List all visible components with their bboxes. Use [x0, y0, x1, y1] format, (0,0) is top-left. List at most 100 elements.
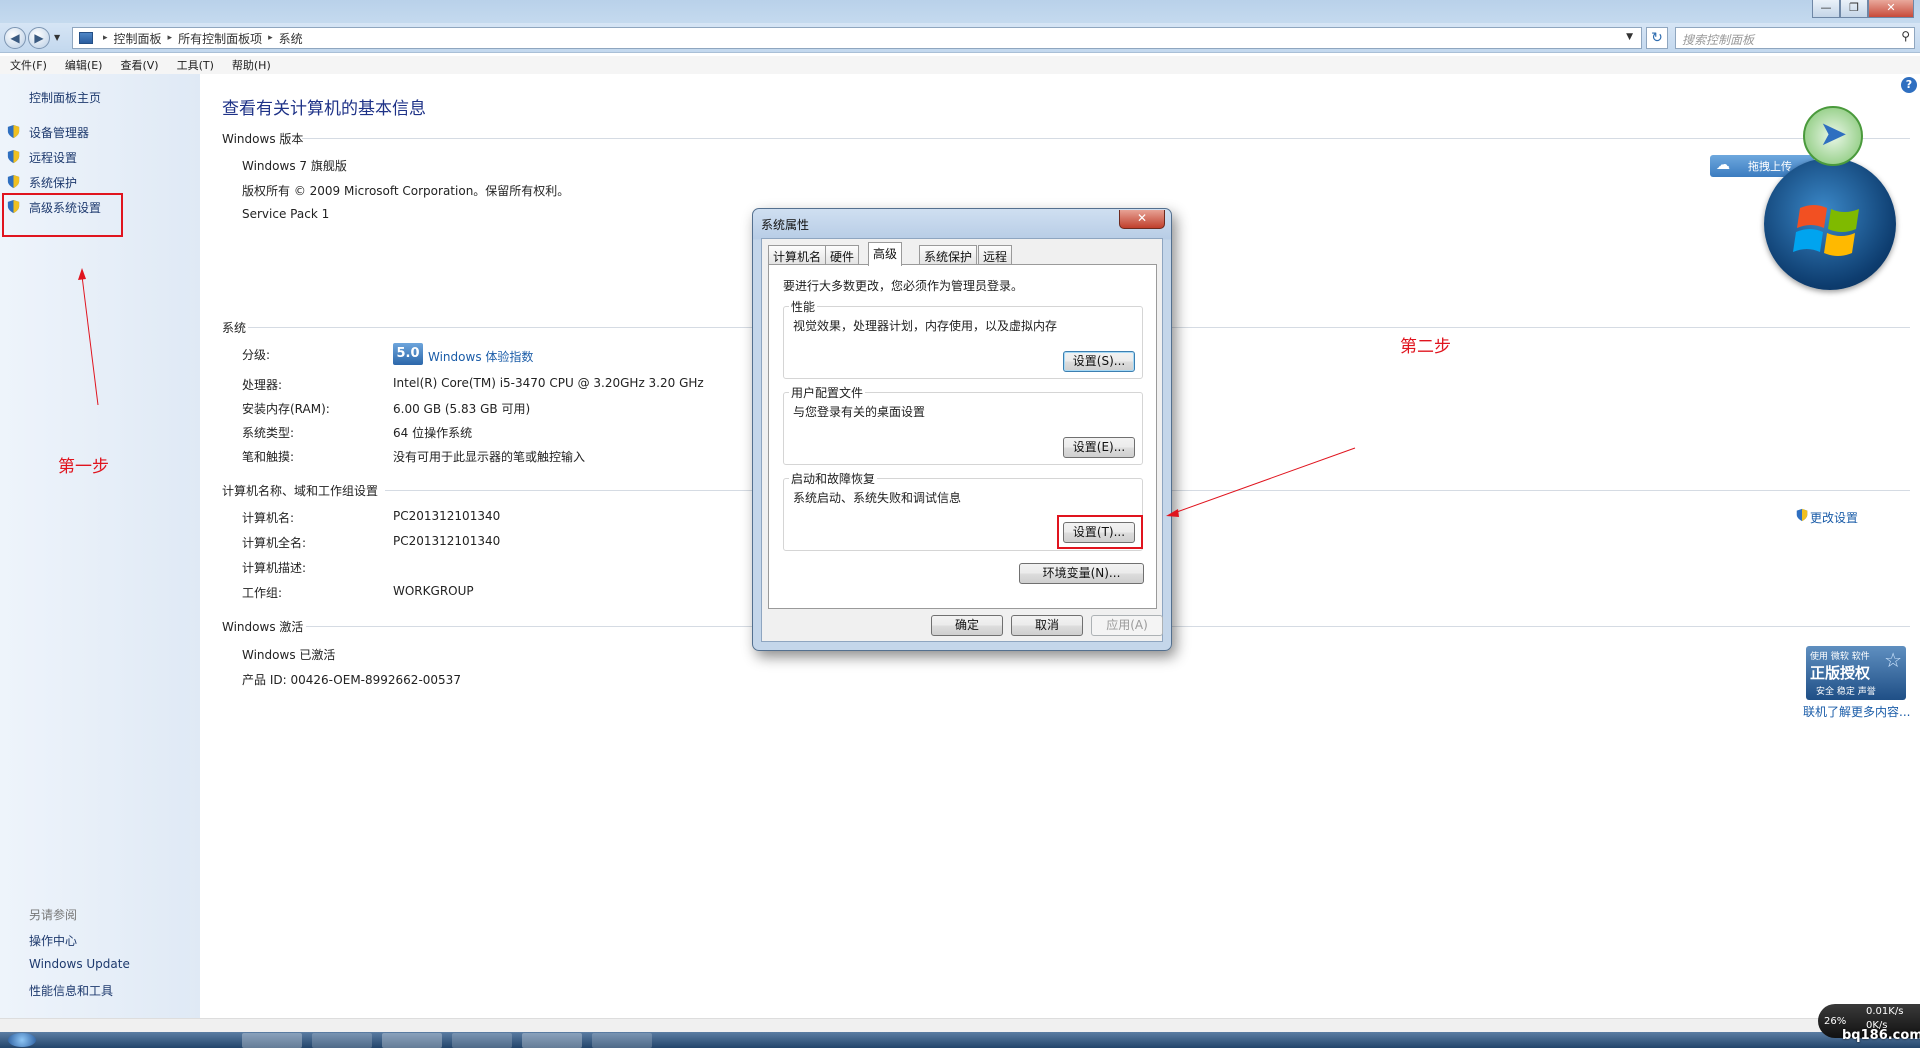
change-settings-link[interactable]: 更改设置	[1810, 509, 1858, 526]
startup-recovery-description: 系统启动、系统失败和调试信息	[793, 491, 962, 505]
forward-button[interactable]: ▶	[28, 27, 50, 49]
tab-computer-name[interactable]: 计算机名	[768, 245, 827, 265]
ok-button[interactable]: 确定	[931, 615, 1003, 636]
navigation-bar: ◀ ▶ ▼ ▸ 控制面板 ▸ 所有控制面板项 ▸ 系统 ▼ ↻ 搜索控制面板 ⚲	[0, 23, 1920, 53]
performance-group-title: 性能	[789, 298, 818, 315]
edition-section-title: Windows 版本	[222, 132, 304, 146]
back-arrow-icon: ◀	[10, 31, 20, 45]
workgroup-label: 工作组:	[242, 586, 283, 600]
step2-label: 第二步	[1400, 337, 1451, 357]
start-button[interactable]	[8, 1033, 36, 1047]
pen-touch-value: 没有可用于此显示器的笔或触控输入	[393, 450, 586, 464]
step1-highlight-box	[2, 193, 123, 237]
minimize-button[interactable]: —	[1812, 0, 1840, 18]
description-label: 计算机描述:	[242, 561, 307, 575]
step2-highlight-box	[1057, 515, 1143, 549]
dialog-body: 计算机名 硬件 高级 系统保护 远程 要进行大多数更改，您必须作为管理员登录。 …	[761, 238, 1163, 642]
user-profiles-settings-button[interactable]: 设置(E)...	[1063, 437, 1135, 458]
bird-logo-icon: ➤	[1803, 106, 1863, 166]
taskbar-item[interactable]	[312, 1033, 372, 1048]
performance-settings-button[interactable]: 设置(S)...	[1063, 351, 1135, 372]
see-also-performance-tools[interactable]: 性能信息和工具	[29, 982, 113, 999]
genuine-learn-more-link[interactable]: 联机了解更多内容...	[1803, 703, 1910, 720]
breadcrumb-all-items[interactable]: 所有控制面板项	[178, 30, 262, 47]
genuine-badge-main: 正版授权	[1810, 664, 1871, 682]
tab-system-protection[interactable]: 系统保护	[919, 245, 978, 265]
refresh-icon: ↻	[1651, 30, 1663, 46]
experience-index-badge: 5.0	[393, 343, 423, 365]
control-panel-home-link[interactable]: 控制面板主页	[29, 89, 101, 106]
address-bar[interactable]: ▸ 控制面板 ▸ 所有控制面板项 ▸ 系统 ▼	[72, 27, 1642, 49]
breadcrumb-arrow-icon: ▸	[167, 33, 173, 43]
service-pack: Service Pack 1	[242, 207, 330, 221]
help-icon[interactable]: ?	[1901, 77, 1917, 93]
menu-view[interactable]: 查看(V)	[110, 56, 158, 74]
star-icon: ☆	[1884, 648, 1902, 672]
system-section-title: 系统	[222, 321, 247, 335]
menu-file[interactable]: 文件(F)	[0, 56, 47, 74]
sidebar-item-system-protection[interactable]: 系统保护	[29, 174, 77, 191]
tab-hardware[interactable]: 硬件	[825, 245, 860, 265]
tab-advanced[interactable]: 高级	[868, 242, 903, 266]
genuine-badge-top: 使用 微软 软件	[1810, 652, 1870, 662]
see-also-action-center[interactable]: 操作中心	[29, 932, 77, 949]
shield-icon	[7, 124, 20, 139]
advanced-tab-page: 要进行大多数更改，您必须作为管理员登录。 性能 视觉效果，处理器计划，内存使用，…	[768, 264, 1157, 609]
breadcrumb-control-panel[interactable]: 控制面板	[114, 30, 162, 47]
system-type-value: 64 位操作系统	[393, 426, 473, 440]
menu-help[interactable]: 帮助(H)	[222, 56, 271, 74]
search-input[interactable]: 搜索控制面板 ⚲	[1675, 27, 1915, 49]
sidebar-item-device-manager[interactable]: 设备管理器	[29, 124, 89, 141]
user-profiles-description: 与您登录有关的桌面设置	[793, 405, 926, 419]
apply-button[interactable]: 应用(A)	[1091, 615, 1163, 636]
sidebar-item-remote-settings[interactable]: 远程设置	[29, 149, 77, 166]
breadcrumb-arrow-icon: ▸	[268, 33, 273, 43]
computer-section-title: 计算机名称、域和工作组设置	[222, 484, 379, 498]
activation-status: Windows 已激活	[242, 648, 336, 662]
taskbar-item[interactable]	[522, 1033, 582, 1048]
cpu-usage: 26%	[1824, 1016, 1847, 1027]
activation-section-title: Windows 激活	[222, 620, 304, 634]
user-profiles-group-title: 用户配置文件	[789, 384, 866, 401]
experience-index-link[interactable]: Windows 体验指数	[428, 348, 533, 365]
environment-variables-button[interactable]: 环境变量(N)...	[1019, 563, 1144, 584]
horizontal-scrollbar[interactable]	[0, 1018, 1920, 1032]
full-name-value: PC201312101340	[393, 534, 501, 548]
genuine-badge-bottom: 安全 稳定 声誉	[1816, 687, 1876, 697]
taskbar-item[interactable]	[452, 1033, 512, 1048]
search-icon[interactable]: ⚲	[1901, 29, 1910, 43]
product-id: 产品 ID: 00426-OEM-8992662-00537	[242, 673, 461, 687]
ram-value: 6.00 GB (5.83 GB 可用)	[393, 402, 531, 416]
menu-bar: 文件(F) 编辑(E) 查看(V) 工具(T) 帮助(H)	[0, 56, 1920, 74]
dialog-close-button[interactable]: ✕	[1119, 210, 1165, 229]
workgroup-value: WORKGROUP	[393, 584, 474, 598]
taskbar-item[interactable]	[382, 1033, 442, 1048]
tab-remote[interactable]: 远程	[978, 245, 1013, 265]
upload-speed: 0.01K/s	[1866, 1006, 1904, 1017]
taskbar-item[interactable]	[592, 1033, 652, 1048]
rating-label: 分级:	[242, 348, 271, 362]
breadcrumb-system[interactable]: 系统	[279, 30, 303, 47]
windows-flag-icon	[1793, 205, 1859, 256]
performance-description: 视觉效果，处理器计划，内存使用，以及虚拟内存	[793, 319, 1058, 333]
control-panel-icon	[79, 32, 93, 44]
menu-edit[interactable]: 编辑(E)	[55, 56, 103, 74]
startup-recovery-group-title: 启动和故障恢复	[789, 470, 878, 487]
step2-arrow	[1173, 447, 1356, 514]
refresh-button[interactable]: ↻	[1646, 27, 1668, 49]
back-button[interactable]: ◀	[4, 27, 26, 49]
shield-icon	[7, 149, 20, 164]
processor-value: Intel(R) Core(TM) i5-3470 CPU @ 3.20GHz …	[393, 376, 704, 390]
menu-tools[interactable]: 工具(T)	[167, 56, 214, 74]
close-button[interactable]: ✕	[1868, 0, 1914, 18]
forward-arrow-icon: ▶	[34, 31, 44, 45]
system-type-label: 系统类型:	[242, 426, 295, 440]
maximize-button[interactable]: ❐	[1840, 0, 1868, 18]
taskbar	[0, 1032, 1920, 1048]
see-also-windows-update[interactable]: Windows Update	[29, 957, 130, 971]
taskbar-item[interactable]	[242, 1033, 302, 1048]
address-dropdown-icon[interactable]: ▼	[1626, 32, 1633, 42]
genuine-badge[interactable]: 使用 微软 软件 正版授权 安全 稳定 声誉 ☆	[1806, 646, 1906, 700]
recent-pages-icon[interactable]: ▼	[54, 33, 60, 42]
cancel-button[interactable]: 取消	[1011, 615, 1083, 636]
